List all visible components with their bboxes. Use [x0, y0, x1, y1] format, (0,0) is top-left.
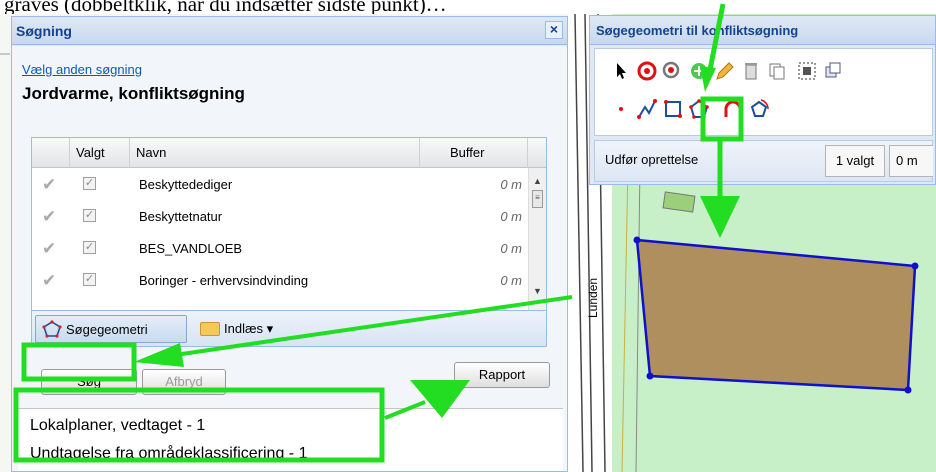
checkmark-icon: ✔: [42, 207, 57, 226]
trash-icon[interactable]: [739, 59, 763, 83]
checkmark-icon: ✔: [42, 239, 57, 258]
target-icon[interactable]: [635, 59, 659, 83]
grid-header-check: [32, 138, 70, 168]
result-item[interactable]: Lokalplaner, vedtaget - 1: [30, 417, 205, 435]
layer-grid: Valgt Navn Buffer ✔ ✓ Beskyttedediger 0 …: [31, 137, 547, 311]
selected-checkbox[interactable]: ✓: [83, 177, 96, 190]
layer-buffer[interactable]: 0 m: [492, 209, 522, 224]
cancel-button[interactable]: Afbryd: [142, 369, 226, 395]
geometry-window-title: Søgegeometri til konfliktsøgning: [596, 23, 799, 38]
table-row[interactable]: ✔ ✓ Beskyttedediger 0 m: [32, 168, 526, 200]
add-point-icon[interactable]: [687, 59, 711, 83]
report-button[interactable]: Rapport: [454, 362, 550, 388]
draw-point-icon[interactable]: [609, 97, 633, 121]
geometry-footer: Udfør oprettelse 1 valgt 0 m: [594, 140, 933, 182]
select-all-icon[interactable]: [795, 59, 819, 83]
table-row[interactable]: ✔ ✓ Boringer - erhvervsindvinding 0 m: [32, 264, 526, 296]
rotate-polygon-icon[interactable]: [747, 97, 771, 121]
search-button[interactable]: Søg: [41, 369, 137, 395]
grid-header-buffer[interactable]: Buffer: [420, 138, 528, 168]
polygon-icon: [42, 320, 62, 338]
search-geometry-button[interactable]: Søgegeometri: [35, 315, 187, 343]
import-label: Indlæs ▾: [224, 321, 274, 336]
geometry-tools: [594, 48, 933, 136]
layer-buffer[interactable]: 0 m: [492, 273, 522, 288]
draw-rectangle-icon[interactable]: [661, 97, 685, 121]
layer-buffer[interactable]: 0 m: [492, 177, 522, 192]
multi-target-icon[interactable]: [661, 59, 685, 83]
geometry-window-header: Søgegeometri til konfliktsøgning: [590, 16, 935, 45]
geometry-toolbar: Søgegeometri Indlæs ▾: [31, 311, 547, 347]
grid-header: Valgt Navn Buffer: [32, 138, 546, 168]
selected-checkbox[interactable]: ✓: [83, 273, 96, 286]
table-row[interactable]: ✔ ✓ BES_VANDLOEB 0 m: [32, 232, 526, 264]
search-panel: Søgning × Vælg anden søgning Jordvarme, …: [11, 16, 568, 472]
scroll-down-icon[interactable]: ▼: [533, 286, 542, 296]
table-row[interactable]: ✔ ✓ Beskyttetnatur 0 m: [32, 200, 526, 232]
checkmark-icon: ✔: [42, 271, 57, 290]
grid-header-name[interactable]: Navn: [130, 138, 420, 168]
close-icon[interactable]: ×: [545, 21, 563, 39]
layer-name: BES_VANDLOEB: [139, 241, 243, 256]
layer-name: Beskyttedediger: [139, 177, 233, 192]
search-geometry-window: Søgegeometri til konfliktsøgning Udfør o…: [589, 15, 936, 185]
selected-count: 1 valgt: [825, 145, 885, 177]
area-value: 0 m: [889, 145, 933, 177]
layer-buffer[interactable]: 0 m: [492, 241, 522, 256]
layer-name: Beskyttetnatur: [139, 209, 223, 224]
folder-icon: [200, 322, 220, 336]
search-name-title: Jordvarme, konfliktsøgning: [22, 84, 245, 103]
grid-header-selected[interactable]: Valgt: [70, 138, 130, 168]
pencil-icon[interactable]: [713, 59, 737, 83]
search-geometry-label: Søgegeometri: [66, 322, 148, 337]
select-pointer-icon[interactable]: [609, 59, 633, 83]
selected-checkbox[interactable]: ✓: [83, 241, 96, 254]
search-panel-body: Vælg anden søgning Jordvarme, konfliktsø…: [12, 46, 567, 471]
layer-name: Boringer - erhvervsindvinding: [139, 273, 309, 288]
checkmark-icon: ✔: [42, 175, 57, 194]
search-panel-title: Søgning: [16, 23, 72, 39]
draw-line-icon[interactable]: [635, 97, 659, 121]
selected-checkbox[interactable]: ✓: [83, 209, 96, 222]
scroll-thumb[interactable]: ≡: [532, 190, 543, 208]
execute-create-label[interactable]: Udfør oprettelse: [605, 152, 698, 167]
result-item[interactable]: Undtagelse fra områdeklassificering - 1: [30, 445, 307, 463]
choose-other-search-link[interactable]: Vælg anden søgning: [22, 62, 142, 77]
layers-icon[interactable]: [821, 59, 845, 83]
grid-scrollbar[interactable]: ▲ ≡ ▼: [528, 168, 546, 310]
scroll-up-icon[interactable]: ▲: [533, 176, 542, 186]
copy-icon[interactable]: [765, 59, 789, 83]
search-panel-header: Søgning ×: [12, 17, 567, 45]
draw-polygon-icon[interactable]: [687, 97, 711, 121]
draw-arc-icon[interactable]: [721, 97, 745, 121]
results-list: Lokalplaner, vedtaget - 1 Undtagelse fra…: [18, 408, 563, 471]
street-label-lunden: Lunden: [586, 277, 600, 318]
